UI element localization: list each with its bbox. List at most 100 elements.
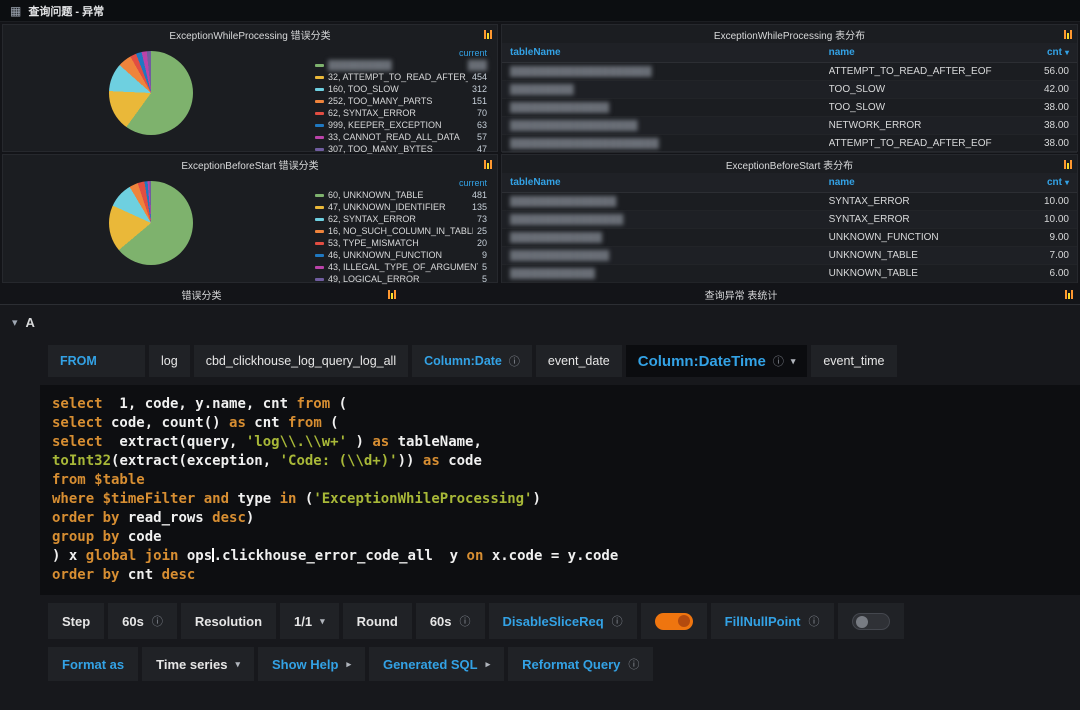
legend-color-swatch (315, 278, 324, 281)
disable-slice-req-label[interactable]: DisableSliceReqⓘ (489, 603, 637, 639)
table-field[interactable]: cbd_clickhouse_log_query_log_all (194, 345, 408, 377)
cell-tablename: ██████████████████ (510, 120, 829, 131)
column-header-tablename[interactable]: tableName (510, 177, 829, 188)
legend-color-swatch (315, 254, 324, 257)
round-value-field[interactable]: 60sⓘ (416, 603, 485, 639)
fill-null-point-label[interactable]: FillNullPointⓘ (711, 603, 834, 639)
panel-corner-icon[interactable] (1064, 159, 1072, 169)
toggle-off[interactable] (852, 613, 890, 630)
generated-sql-button[interactable]: Generated SQL▸ (369, 647, 504, 681)
column-date-label[interactable]: Column:Dateⓘ (412, 345, 532, 377)
panel-title[interactable]: ExceptionBeforeStart 错误分类 (181, 157, 318, 172)
disable-slice-req-toggle-box[interactable] (641, 603, 707, 639)
table-row: ████████████████████ATTEMPT_TO_READ_AFTE… (502, 63, 1077, 81)
chevron-down-icon: ▾ (235, 659, 240, 670)
legend-color-swatch (315, 136, 324, 139)
legend-item[interactable]: 999, KEEPER_EXCEPTION63 (315, 119, 487, 131)
column-header-name[interactable]: name (829, 47, 1005, 58)
panel-title[interactable]: ExceptionWhileProcessing 错误分类 (169, 27, 330, 42)
legend-item[interactable]: 32, ATTEMPT_TO_READ_AFTER_EOF454 (315, 71, 487, 83)
event-date-field[interactable]: event_date (536, 345, 622, 377)
legend-color-swatch (315, 148, 324, 151)
column-header-cnt[interactable]: cnt▾ (1005, 47, 1069, 58)
table-row: ████████████████SYNTAX_ERROR10.00 (502, 211, 1077, 229)
legend-item[interactable]: 16, NO_SUCH_COLUMN_IN_TABLE25 (315, 225, 487, 237)
info-icon[interactable]: ⓘ (152, 613, 163, 629)
chevron-down-icon: ▾ (791, 356, 796, 367)
legend-label: 53, TYPE_MISMATCH (328, 237, 419, 249)
cell-cnt: 6.00 (1005, 268, 1069, 279)
legend-item[interactable]: 62, SYNTAX_ERROR70 (315, 107, 487, 119)
panel-corner-icon[interactable] (1064, 29, 1072, 39)
table-header-row: tableName name cnt▾ (502, 43, 1077, 63)
query-ref-letter: A (26, 315, 35, 330)
table-row: ██████████████UNKNOWN_TABLE7.00 (502, 247, 1077, 265)
panel-corner-icon[interactable] (388, 289, 396, 299)
column-header-tablename[interactable]: tableName (510, 47, 829, 58)
legend-item[interactable]: 53, TYPE_MISMATCH20 (315, 237, 487, 249)
info-icon[interactable]: ⓘ (612, 613, 623, 629)
toggle-on[interactable] (655, 613, 693, 630)
toggle-knob (856, 616, 868, 628)
column-datetime-dropdown[interactable]: Column:DateTimeⓘ▾ (626, 345, 808, 377)
info-icon[interactable]: ⓘ (509, 353, 520, 369)
legend-item[interactable]: 252, TOO_MANY_PARTS151 (315, 95, 487, 107)
step-value-field[interactable]: 60sⓘ (108, 603, 177, 639)
legend-item[interactable]: 62, SYNTAX_ERROR73 (315, 213, 487, 225)
column-header-name[interactable]: name (829, 177, 1005, 188)
panel-corner-icon[interactable] (484, 29, 492, 39)
legend-item[interactable]: 46, UNKNOWN_FUNCTION9 (315, 249, 487, 261)
dashboard-title[interactable]: 查询问题 - 异常 (28, 3, 104, 19)
query-editor: FROM log cbd_clickhouse_log_query_log_al… (40, 345, 1080, 681)
cell-cnt: 38.00 (1005, 120, 1069, 131)
legend-item[interactable]: 160, TOO_SLOW312 (315, 83, 487, 95)
cell-name: UNKNOWN_FUNCTION (829, 232, 1005, 243)
sql-editor[interactable]: select 1, code, y.name, cnt from (select… (40, 385, 1080, 595)
legend-value: 63 (477, 119, 487, 131)
panel-header: ExceptionBeforeStart 错误分类 (3, 155, 497, 173)
legend-item[interactable]: 47, UNKNOWN_IDENTIFIER135 (315, 201, 487, 213)
format-options-row: Format as Time series▾ Show Help▸ Genera… (48, 647, 1080, 681)
legend-value: 135 (472, 201, 487, 213)
panel-corner-icon[interactable] (484, 159, 492, 169)
pie-chart[interactable] (109, 181, 193, 265)
resolution-select[interactable]: 1/1▾ (280, 603, 339, 639)
cell-name: UNKNOWN_TABLE (829, 268, 1005, 279)
database-field[interactable]: log (149, 345, 190, 377)
toggle-knob (678, 615, 690, 627)
info-icon[interactable]: ⓘ (460, 613, 471, 629)
dashboard-icon[interactable]: ▦ (10, 5, 21, 17)
top-navbar: ▦ 查询问题 - 异常 (0, 0, 1080, 22)
event-time-field[interactable]: event_time (811, 345, 896, 377)
legend-item[interactable]: 33, CANNOT_READ_ALL_DATA57 (315, 131, 487, 143)
step-options-row: Step 60sⓘ Resolution 1/1▾ Round 60sⓘ Dis… (48, 603, 1080, 639)
show-help-button[interactable]: Show Help▸ (258, 647, 365, 681)
collapse-caret-icon[interactable]: ▾ (12, 316, 18, 329)
row-header-query-exception-stats[interactable]: 查询异常 表统计 (404, 286, 1078, 302)
fill-null-point-toggle-box[interactable] (838, 603, 904, 639)
panel-corner-icon[interactable] (1065, 289, 1073, 299)
sql-line: select 1, code, y.name, cnt from ( (52, 395, 1068, 414)
table-row: ███████████████SYNTAX_ERROR10.00 (502, 193, 1077, 211)
column-header-cnt[interactable]: cnt▾ (1005, 177, 1069, 188)
legend-label: 252, TOO_MANY_PARTS (328, 95, 432, 107)
pie-chart[interactable] (109, 51, 193, 135)
table-row: ██████████████TOO_SLOW38.00 (502, 99, 1077, 117)
reformat-query-button[interactable]: Reformat Queryⓘ (508, 647, 653, 681)
from-label[interactable]: FROM (48, 345, 145, 377)
legend-item[interactable]: █████████████ (315, 59, 487, 71)
sql-line: where $timeFilter and type in ('Exceptio… (52, 490, 1068, 509)
row-header-error-category[interactable]: 错误分类 (2, 286, 401, 302)
legend-item[interactable]: 49, LOGICAL_ERROR5 (315, 273, 487, 285)
info-icon[interactable]: ⓘ (809, 613, 820, 629)
format-as-select[interactable]: Time series▾ (142, 647, 254, 681)
info-icon[interactable]: ⓘ (773, 353, 784, 369)
cell-tablename: ██████████████ (510, 102, 829, 113)
legend-item[interactable]: 43, ILLEGAL_TYPE_OF_ARGUMENT5 (315, 261, 487, 273)
query-collapse-row[interactable]: ▾ A (0, 305, 1080, 339)
step-label: Step (48, 603, 104, 639)
info-icon[interactable]: ⓘ (628, 656, 639, 672)
panel-title[interactable]: ExceptionWhileProcessing 表分布 (714, 27, 865, 42)
legend-item[interactable]: 60, UNKNOWN_TABLE481 (315, 189, 487, 201)
panel-title[interactable]: ExceptionBeforeStart 表分布 (726, 157, 853, 172)
